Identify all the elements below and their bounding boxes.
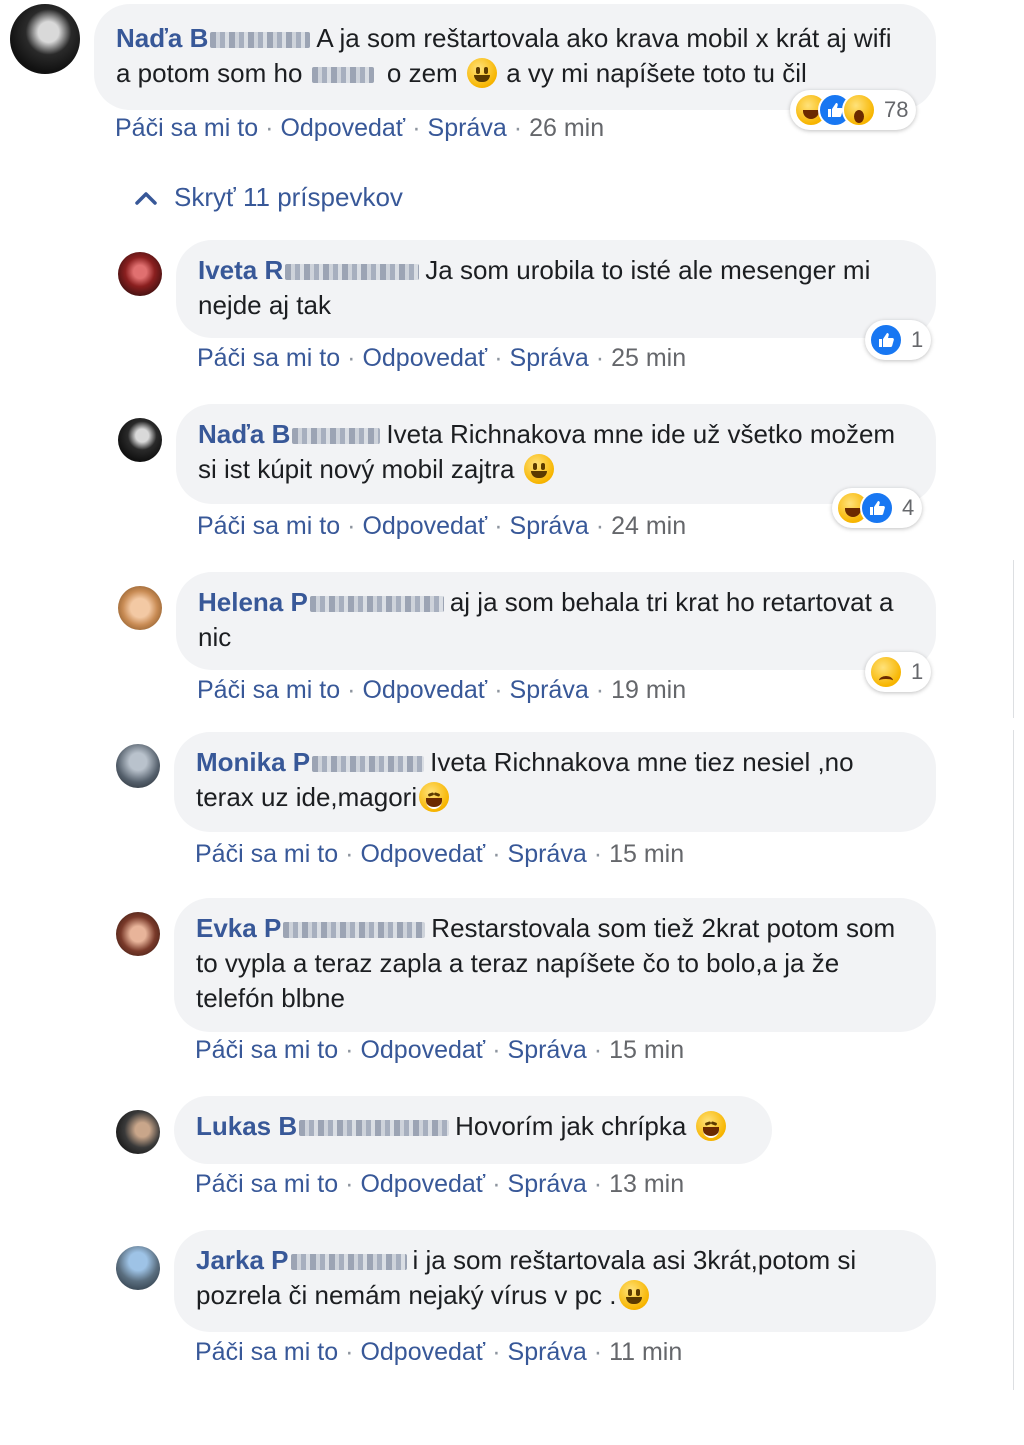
toggle-label: Skryť 11 príspevkov — [174, 182, 403, 212]
avatar[interactable] — [10, 4, 80, 74]
reply-link[interactable]: Odpovedať — [362, 512, 487, 540]
author-name[interactable]: Naďa B — [198, 419, 290, 449]
reply-link[interactable]: Odpovedať — [280, 114, 405, 142]
message-link[interactable]: Správa — [508, 1338, 587, 1366]
like-link[interactable]: Páči sa mi to — [195, 1170, 338, 1198]
redacted-name — [210, 32, 311, 49]
message-link[interactable]: Správa — [510, 344, 589, 372]
laughing-tears-emoji-icon — [695, 1111, 726, 1141]
wow-reaction-icon — [842, 93, 876, 127]
like-link[interactable]: Páči sa mi to — [197, 676, 340, 704]
like-reaction-icon — [869, 323, 903, 357]
divider — [1013, 560, 1014, 718]
timestamp[interactable]: 15 min — [609, 1036, 684, 1064]
reaction-count: 4 — [902, 495, 915, 520]
redacted-name — [290, 1254, 407, 1271]
reaction-count: 78 — [884, 97, 909, 122]
timestamp[interactable]: 19 min — [611, 676, 686, 704]
smiling-emoji-icon — [523, 454, 554, 484]
reply-link[interactable]: Odpovedať — [362, 344, 487, 372]
reaction-summary[interactable]: 78 — [790, 90, 917, 130]
comment-actions: Páči sa mi to · Odpovedať · Správa · 24 min — [197, 512, 687, 540]
like-link[interactable]: Páči sa mi to — [195, 1338, 338, 1366]
reply-link[interactable]: Odpovedať — [360, 1170, 485, 1198]
reply-link[interactable]: Odpovedať — [360, 1036, 485, 1064]
chevron-up-icon — [135, 191, 157, 205]
reaction-summary[interactable]: 1 — [865, 652, 932, 692]
message-link[interactable]: Správa — [510, 676, 589, 704]
comment-bubble: Iveta R Ja som urobila to isté ale meseng… — [176, 240, 936, 338]
comment-actions: Páči sa mi to · Odpovedať · Správa · 26 min — [115, 114, 605, 142]
redacted-name — [312, 756, 425, 773]
avatar[interactable] — [116, 744, 160, 788]
like-link[interactable]: Páči sa mi to — [197, 512, 340, 540]
comment-text: Hovorím jak chrípka — [455, 1111, 687, 1141]
reaction-summary[interactable]: 1 — [865, 320, 932, 360]
divider — [1013, 730, 1014, 1390]
like-link[interactable]: Páči sa mi to — [195, 840, 338, 868]
reply-link[interactable]: Odpovedať — [360, 1338, 485, 1366]
reaction-count: 1 — [911, 659, 924, 684]
reply-link[interactable]: Odpovedať — [360, 840, 485, 868]
hide-replies-toggle[interactable]: Skryť 11 príspevkov — [134, 182, 403, 213]
avatar[interactable] — [116, 912, 160, 956]
message-link[interactable]: Správa — [508, 840, 587, 868]
comment-bubble: Lukas B Hovorím jak chrípka — [174, 1096, 772, 1164]
timestamp[interactable]: 26 min — [529, 114, 604, 142]
smiling-emoji-icon — [618, 1280, 649, 1310]
grinning-emoji-icon — [466, 58, 497, 88]
comment-actions: Páči sa mi to · Odpovedať · Správa · 25 min — [197, 344, 687, 372]
redacted-name — [292, 428, 381, 445]
like-reaction-icon — [860, 491, 894, 525]
comment-actions: Páči sa mi to · Odpovedať · Správa · 11 min — [195, 1338, 683, 1366]
like-link[interactable]: Páči sa mi to — [115, 114, 258, 142]
timestamp[interactable]: 13 min — [609, 1170, 684, 1198]
author-name[interactable]: Jarka P — [196, 1245, 289, 1275]
author-name[interactable]: Lukas B — [196, 1111, 297, 1141]
message-link[interactable]: Správa — [508, 1170, 587, 1198]
author-name[interactable]: Monika P — [196, 747, 310, 777]
timestamp[interactable]: 11 min — [609, 1338, 682, 1366]
redacted-word — [311, 67, 374, 84]
timestamp[interactable]: 24 min — [611, 512, 686, 540]
avatar[interactable] — [116, 1110, 160, 1154]
avatar[interactable] — [116, 1246, 160, 1290]
laughing-tears-emoji-icon — [419, 782, 450, 812]
avatar[interactable] — [118, 418, 162, 462]
message-link[interactable]: Správa — [510, 512, 589, 540]
redacted-name — [285, 264, 420, 281]
timestamp[interactable]: 25 min — [611, 344, 686, 372]
comment-text-b: o zem — [386, 58, 458, 88]
redacted-name — [299, 1120, 450, 1137]
avatar[interactable] — [118, 252, 162, 296]
author-name[interactable]: Iveta R — [198, 255, 283, 285]
comment-bubble: Helena Paj ja som behala tri krat ho ret… — [176, 572, 936, 670]
like-link[interactable]: Páči sa mi to — [195, 1036, 338, 1064]
reply-link[interactable]: Odpovedať — [362, 676, 487, 704]
comment-text-c: a vy mi napíšete toto tu čil — [506, 58, 807, 88]
sad-reaction-icon — [869, 655, 903, 689]
author-name[interactable]: Helena P — [198, 587, 308, 617]
redacted-name — [283, 922, 426, 939]
comment-bubble: Monika P Iveta Richnakova mne tiez nesiel… — [174, 732, 936, 832]
comment-bubble: Naďa B Iveta Richnakova mne ide už všetko… — [176, 404, 936, 504]
comment-bubble: Evka P Restarstovala som tiež 2krat potom… — [174, 898, 936, 1032]
avatar[interactable] — [118, 586, 162, 630]
reaction-count: 1 — [911, 327, 924, 352]
comment-actions: Páči sa mi to · Odpovedať · Správa · 15 min — [195, 840, 685, 868]
comment-bubble: Jarka Pi ja som reštartovala asi 3krát,p… — [174, 1230, 936, 1332]
redacted-name — [309, 596, 444, 613]
author-name[interactable]: Evka P — [196, 913, 281, 943]
author-name[interactable]: Naďa B — [116, 23, 208, 53]
comment-actions: Páči sa mi to · Odpovedať · Správa · 15 min — [195, 1036, 685, 1064]
timestamp[interactable]: 15 min — [609, 840, 684, 868]
comment-thread: Naďa BA ja som reštartovala ako krava mo… — [0, 0, 1024, 1445]
comment-actions: Páči sa mi to · Odpovedať · Správa · 19 min — [197, 676, 687, 704]
comment-actions: Páči sa mi to · Odpovedať · Správa · 13 min — [195, 1170, 685, 1198]
message-link[interactable]: Správa — [508, 1036, 587, 1064]
message-link[interactable]: Správa — [428, 114, 507, 142]
reaction-summary[interactable]: 4 — [832, 488, 923, 528]
like-link[interactable]: Páči sa mi to — [197, 344, 340, 372]
